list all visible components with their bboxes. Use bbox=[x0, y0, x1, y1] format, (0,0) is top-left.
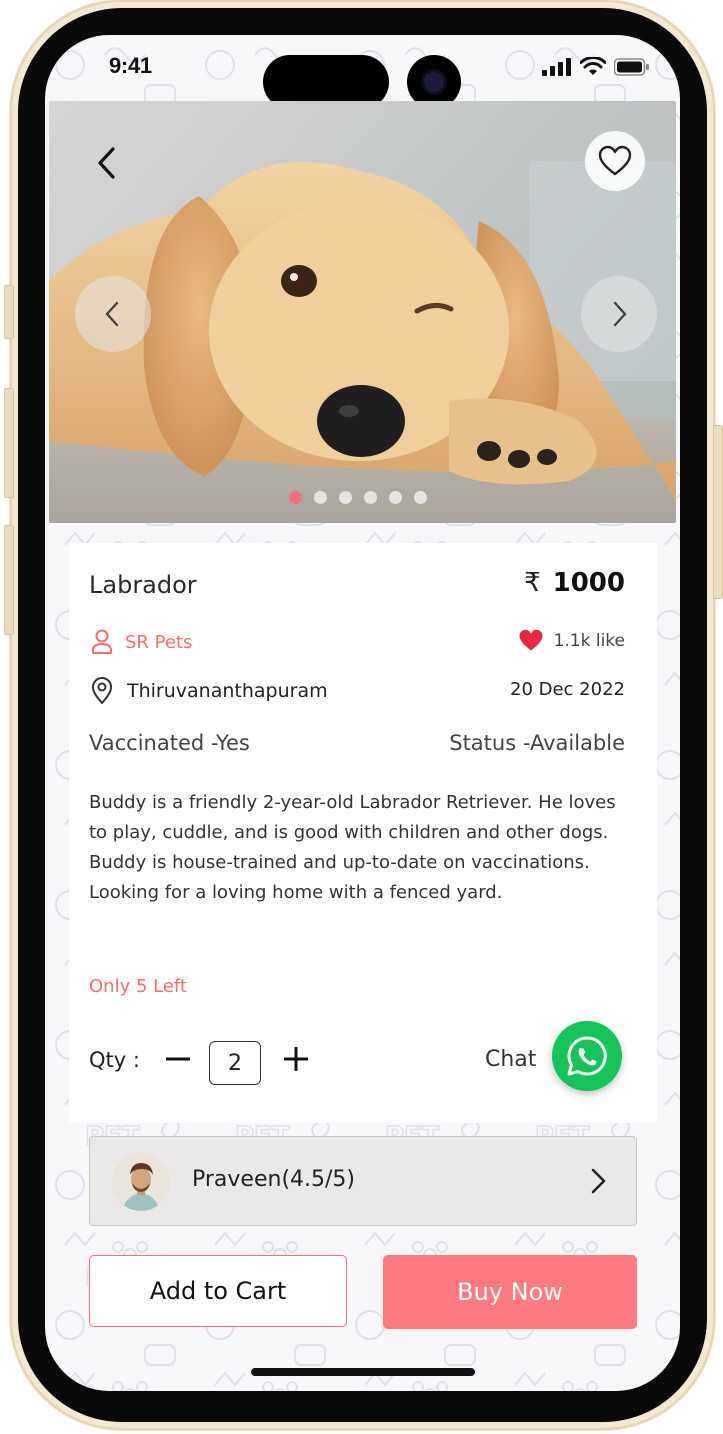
gallery-prev-button[interactable] bbox=[75, 276, 151, 352]
currency-symbol: ₹ bbox=[524, 568, 541, 598]
gallery-pagination bbox=[289, 491, 427, 504]
price: ₹ 1000 bbox=[524, 568, 625, 598]
pet-details-card: Labrador ₹ 1000 SR Pets 1.1k like Thiruv… bbox=[69, 543, 657, 1123]
status-bar: 9:41 bbox=[45, 35, 680, 109]
price-value: 1000 bbox=[552, 568, 625, 598]
chevron-left-icon bbox=[98, 147, 115, 179]
gallery-dot[interactable] bbox=[389, 491, 402, 504]
location-pin-icon bbox=[92, 677, 112, 704]
avatar bbox=[112, 1153, 170, 1211]
seller-avatar-image bbox=[112, 1153, 170, 1211]
location: Thiruvananthapuram bbox=[91, 677, 328, 705]
battery-icon bbox=[614, 57, 649, 76]
back-button[interactable] bbox=[87, 143, 127, 183]
whatsapp-icon bbox=[567, 1036, 607, 1076]
chat-label: Chat bbox=[485, 1047, 537, 1072]
pet-image-gallery[interactable] bbox=[49, 101, 676, 523]
seller-link[interactable]: SR Pets bbox=[91, 629, 192, 655]
chevron-left-icon bbox=[105, 301, 119, 327]
seller-rating: Praveen(4.5/5) bbox=[192, 1167, 356, 1192]
power-button bbox=[713, 425, 723, 599]
quantity-value[interactable]: 2 bbox=[209, 1041, 261, 1085]
cellular-signal-icon bbox=[542, 57, 571, 76]
availability-status: Status -Available bbox=[449, 731, 625, 755]
buy-now-button[interactable]: Buy Now bbox=[383, 1255, 637, 1329]
status-icons bbox=[542, 57, 650, 76]
gallery-dot[interactable] bbox=[364, 491, 377, 504]
mute-switch bbox=[4, 285, 14, 339]
app-screen: PET 9:41 bbox=[45, 35, 680, 1391]
home-indicator[interactable] bbox=[251, 1368, 475, 1376]
user-icon bbox=[92, 629, 112, 654]
gallery-next-button[interactable] bbox=[581, 276, 657, 352]
minus-icon bbox=[166, 1057, 190, 1061]
favorite-button[interactable] bbox=[585, 131, 645, 191]
add-to-cart-button[interactable]: Add to Cart bbox=[89, 1255, 347, 1327]
likes: 1.1k like bbox=[518, 629, 625, 652]
gallery-dot[interactable] bbox=[314, 491, 327, 504]
listing-date: 20 Dec 2022 bbox=[510, 679, 625, 700]
pet-description: Buddy is a friendly 2-year-old Labrador … bbox=[89, 792, 616, 903]
seller-name: SR Pets bbox=[125, 631, 193, 653]
wifi-icon bbox=[580, 57, 606, 75]
volume-down-button bbox=[4, 525, 14, 635]
vaccination-status: Vaccinated -Yes bbox=[89, 731, 250, 755]
whatsapp-chat-button[interactable] bbox=[552, 1021, 622, 1091]
seller-profile-card[interactable]: Praveen(4.5/5) bbox=[89, 1136, 637, 1226]
volume-up-button bbox=[4, 388, 14, 498]
likes-count: 1.1k like bbox=[553, 630, 625, 651]
chevron-right-icon bbox=[613, 301, 627, 327]
gallery-dot[interactable] bbox=[289, 491, 302, 504]
stock-note: Only 5 Left bbox=[89, 976, 187, 997]
location-text: Thiruvananthapuram bbox=[127, 680, 328, 702]
quantity-decrease-button[interactable] bbox=[165, 1039, 191, 1079]
quantity-increase-button[interactable] bbox=[283, 1039, 309, 1079]
heart-filled-icon bbox=[519, 629, 543, 651]
plus-icon bbox=[284, 1047, 308, 1071]
heart-outline-icon bbox=[598, 145, 632, 176]
gallery-dot[interactable] bbox=[414, 491, 427, 504]
gallery-dot[interactable] bbox=[339, 491, 352, 504]
pet-name: Labrador bbox=[89, 571, 197, 599]
quantity-label: Qty : bbox=[89, 1048, 140, 1072]
status-time: 9:41 bbox=[109, 53, 152, 78]
chevron-right-icon bbox=[591, 1168, 606, 1194]
